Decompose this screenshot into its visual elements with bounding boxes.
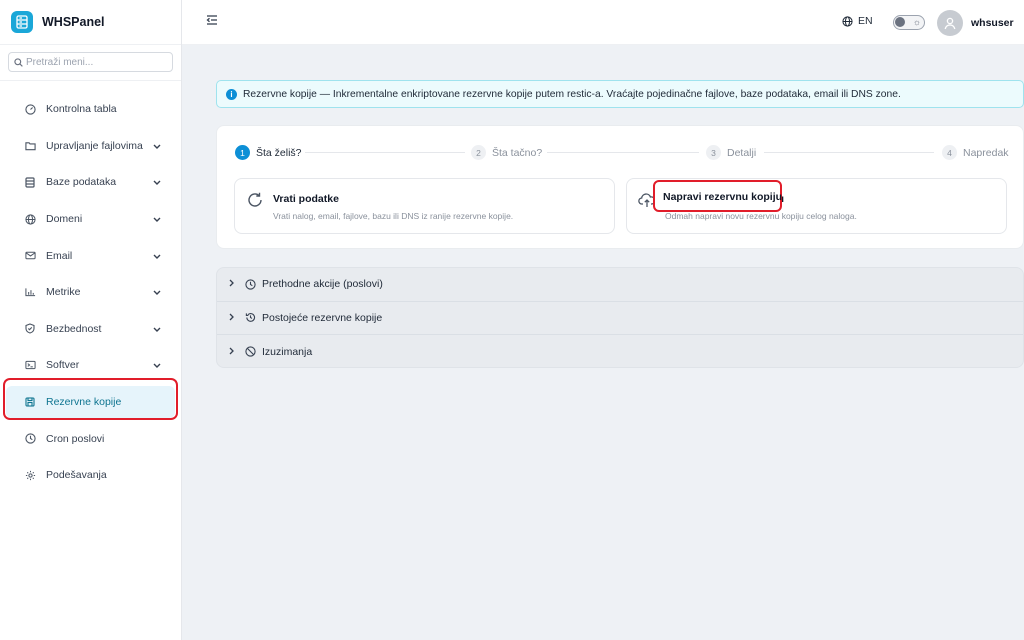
highlighted-option-title[interactable]: Napravi rezervnu kopiju — [663, 191, 782, 203]
sidebar-item-domeni[interactable]: Domeni — [0, 201, 181, 238]
search-icon — [14, 57, 23, 67]
chevron-down-icon — [153, 140, 161, 152]
sidebar-item-label: Softver — [46, 359, 80, 372]
sidebar-item-bezbednost[interactable]: Bezbednost — [0, 311, 181, 348]
sidebar-item-label: Baze podataka — [46, 176, 117, 189]
sidebar-nav: Kontrolna tabla Upravljanje fajlovima Ba… — [0, 91, 181, 494]
ban-icon — [245, 346, 256, 358]
step-label: Napredak — [963, 146, 1009, 159]
info-alert: i Rezervne kopije — Inkrementalne enkrip… — [216, 80, 1024, 108]
sidebar-item-label: Email — [46, 249, 73, 262]
toggle-knob — [895, 17, 905, 27]
chevron-down-icon — [153, 176, 161, 188]
language-switcher[interactable]: EN — [842, 15, 873, 27]
wizard-step-1[interactable]: 1 Šta želiš? — [235, 145, 302, 160]
accordion-label: Postojeće rezervne kopije — [262, 311, 383, 324]
sidebar-item-label: Podešavanja — [46, 469, 107, 482]
backup-wizard-card: 1 Šta želiš? 2 Šta tačno? 3 Detalji 4 Na… — [216, 125, 1024, 249]
user-icon — [944, 17, 956, 29]
chevron-down-icon — [153, 286, 161, 298]
sidebar-item-kontrolna-tabla[interactable]: Kontrolna tabla — [0, 91, 181, 128]
wizard-step-2[interactable]: 2 Šta tačno? — [471, 145, 542, 160]
app-name: WHSPanel — [42, 15, 105, 29]
sidebar-item-metrike[interactable]: Metrike — [0, 274, 181, 311]
alert-text: Rezervne kopije — Inkrementalne enkripto… — [243, 88, 901, 100]
step-label: Šta želiš? — [256, 146, 302, 159]
chevron-down-icon — [153, 323, 161, 335]
sidebar-item-label: Rezervne kopije — [46, 396, 122, 409]
accordion-existing-backups[interactable]: Postojeće rezervne kopije — [217, 302, 1023, 336]
step-number: 2 — [471, 145, 486, 160]
accordion-previous-actions[interactable]: Prethodne akcije (poslovi) — [217, 268, 1023, 302]
sidebar-item-label: Domeni — [46, 213, 83, 226]
sidebar-item-label: Bezbednost — [46, 322, 102, 335]
restore-data-option[interactable]: Vrati podatke Vrati nalog, email, fajlov… — [234, 178, 615, 234]
folder-icon — [24, 140, 36, 152]
clock-icon — [24, 433, 36, 445]
wizard-step-3[interactable]: 3 Detalji — [706, 145, 756, 160]
topbar: EN ☼ whsuser — [182, 0, 1024, 45]
sidebar-item-upravljanje-fajlovima[interactable]: Upravljanje fajlovima — [0, 128, 181, 165]
step-number: 1 — [235, 145, 250, 160]
shield-icon — [24, 323, 36, 335]
sidebar-item-label: Cron poslovi — [46, 432, 105, 445]
terminal-icon — [24, 359, 36, 371]
chevron-right-icon — [229, 346, 239, 358]
theme-toggle[interactable]: ☼ — [893, 15, 925, 30]
chevron-down-icon — [153, 213, 161, 225]
clock-icon — [245, 279, 256, 290]
brand[interactable]: WHSPanel — [0, 0, 181, 45]
avatar[interactable] — [937, 10, 963, 36]
database-icon — [24, 176, 36, 188]
restore-icon — [246, 191, 264, 212]
step-divider — [547, 152, 699, 153]
sidebar-item-cron-poslovi[interactable]: Cron poslovi — [0, 420, 181, 457]
accordion-label: Prethodne akcije (poslovi) — [262, 278, 383, 291]
sidebar-item-rezervne-kopije[interactable]: Rezervne kopije — [0, 384, 181, 421]
server-logo-icon — [11, 11, 33, 33]
step-divider — [305, 152, 465, 153]
backup-accordion: Prethodne akcije (poslovi) Postojeće rez… — [216, 267, 1024, 368]
option-description: Odmah napravi novu rezervnu kopiju celog… — [665, 211, 857, 221]
gear-icon — [24, 469, 36, 481]
language-label: EN — [858, 15, 873, 27]
option-description: Vrati nalog, email, fajlove, bazu ili DN… — [273, 211, 514, 221]
sun-icon: ☼ — [912, 17, 921, 27]
option-title: Vrati podatke — [273, 193, 339, 205]
step-number: 4 — [942, 145, 957, 160]
dashboard-icon — [24, 103, 36, 115]
step-label: Šta tačno? — [492, 146, 543, 159]
info-icon: i — [226, 88, 237, 100]
sidebar-item-label: Metrike — [46, 286, 81, 299]
sidebar: WHSPanel Kontrolna tabla Upravljanje faj… — [0, 0, 182, 640]
step-label: Detalji — [727, 146, 757, 159]
sidebar-item-softver[interactable]: Softver — [0, 347, 181, 384]
search-input[interactable] — [26, 56, 166, 68]
sidebar-item-baze-podataka[interactable]: Baze podataka — [0, 164, 181, 201]
chevron-right-icon — [229, 278, 239, 290]
sidebar-item-email[interactable]: Email — [0, 237, 181, 274]
step-number: 3 — [706, 145, 721, 160]
bar-chart-icon — [24, 286, 36, 298]
chevron-right-icon — [229, 312, 239, 324]
step-divider — [764, 152, 934, 153]
menu-toggle-icon[interactable] — [206, 15, 218, 28]
accordion-label: Izuzimanja — [262, 345, 313, 358]
sidebar-item-label: Upravljanje fajlovima — [46, 139, 143, 152]
sidebar-item-podesavanja[interactable]: Podešavanja — [0, 457, 181, 494]
globe-icon — [842, 15, 853, 27]
wizard-step-4[interactable]: 4 Napredak — [942, 145, 1009, 160]
create-backup-option[interactable]: Napravi rezervnu kopiju Odmah napravi no… — [626, 178, 1007, 234]
mail-icon — [24, 250, 36, 262]
globe-icon — [24, 213, 36, 225]
chevron-down-icon — [153, 250, 161, 262]
history-icon — [245, 312, 256, 323]
save-icon — [24, 396, 36, 408]
sidebar-item-label: Kontrolna tabla — [46, 103, 117, 116]
menu-search — [8, 52, 173, 72]
accordion-exclusions[interactable]: Izuzimanja — [217, 335, 1023, 367]
chevron-down-icon — [153, 359, 161, 371]
username[interactable]: whsuser — [971, 17, 1014, 29]
cloud-upload-icon — [638, 191, 656, 212]
